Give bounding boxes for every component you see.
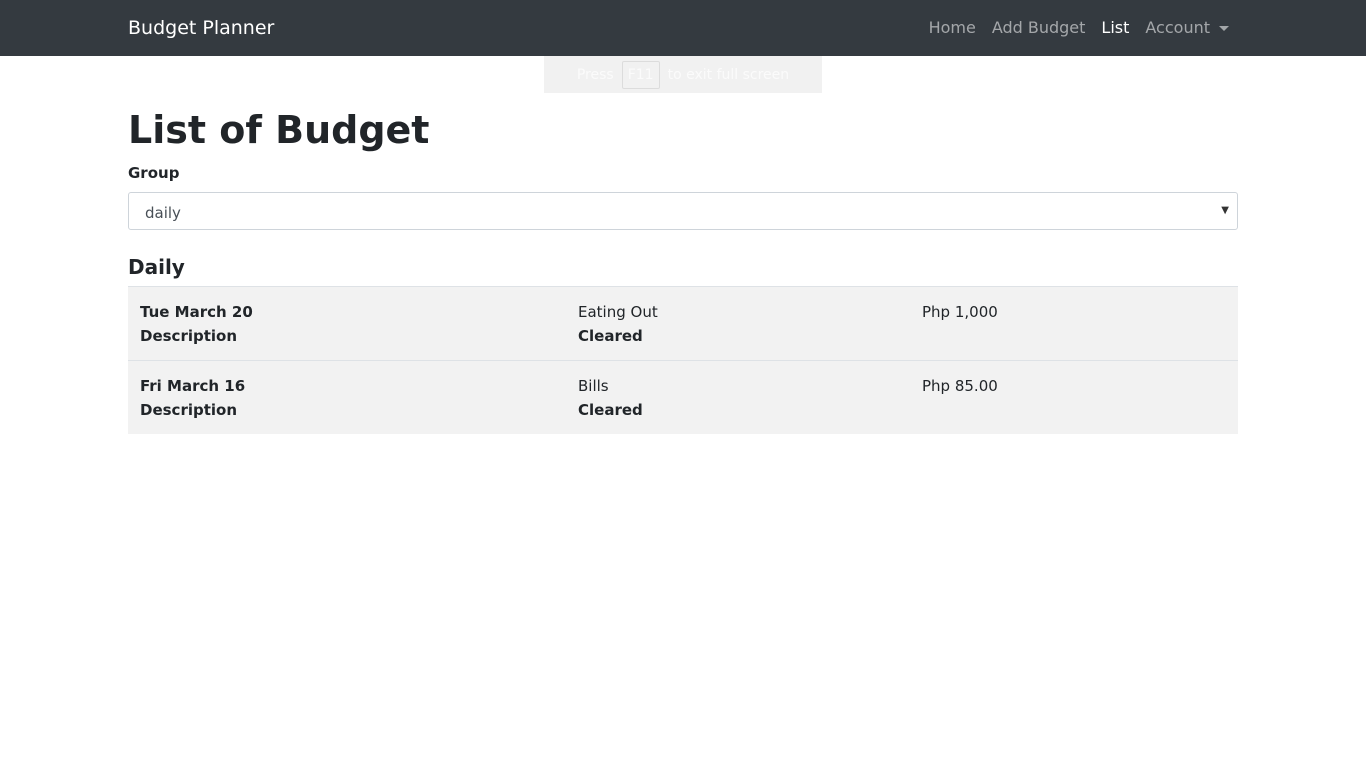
fullscreen-notice-key: F11 [621,60,660,89]
page-title: List of Budget [128,108,430,152]
budget-date: Tue March 20 [140,303,253,321]
budget-date: Fri March 16 [140,377,246,395]
fullscreen-notice-before: Press [576,66,614,83]
navbar: Budget Planner Home Add Budget List Acco… [0,0,1366,56]
budget-category: Eating Out [578,303,658,321]
group-label: Group [128,164,180,182]
brand-logo[interactable]: Budget Planner [128,16,274,40]
group-select[interactable]: daily ▼ [128,192,1238,230]
fullscreen-notice-after: to exit full screen [667,66,790,83]
chevron-down-icon [1219,25,1229,31]
nav-link-list[interactable]: List [1101,17,1129,39]
budget-status: Cleared [578,401,643,419]
section-heading-daily: Daily [128,255,185,279]
budget-description-label: Description [140,327,238,345]
budget-status: Cleared [578,327,643,345]
budget-row[interactable]: Fri March 16 Description Bills Cleared P… [128,361,1238,434]
budget-category: Bills [578,377,609,395]
nav-link-home[interactable]: Home [929,17,976,39]
nav-link-add-budget[interactable]: Add Budget [992,17,1086,39]
fullscreen-notice: Press F11 to exit full screen [544,56,822,93]
budget-list: Tue March 20 Description Eating Out Clea… [128,286,1238,434]
select-arrow-icon: ▼ [1221,205,1229,216]
nav-dropdown-account-label: Account [1145,18,1210,37]
budget-amount: Php 85.00 [922,377,998,395]
budget-amount: Php 1,000 [922,303,998,321]
nav-dropdown-account[interactable]: Account [1145,17,1229,39]
nav-links: Home Add Budget List Account [913,17,1229,39]
group-select-value: daily [145,204,181,222]
budget-description-label: Description [140,401,238,419]
budget-row[interactable]: Tue March 20 Description Eating Out Clea… [128,287,1238,361]
